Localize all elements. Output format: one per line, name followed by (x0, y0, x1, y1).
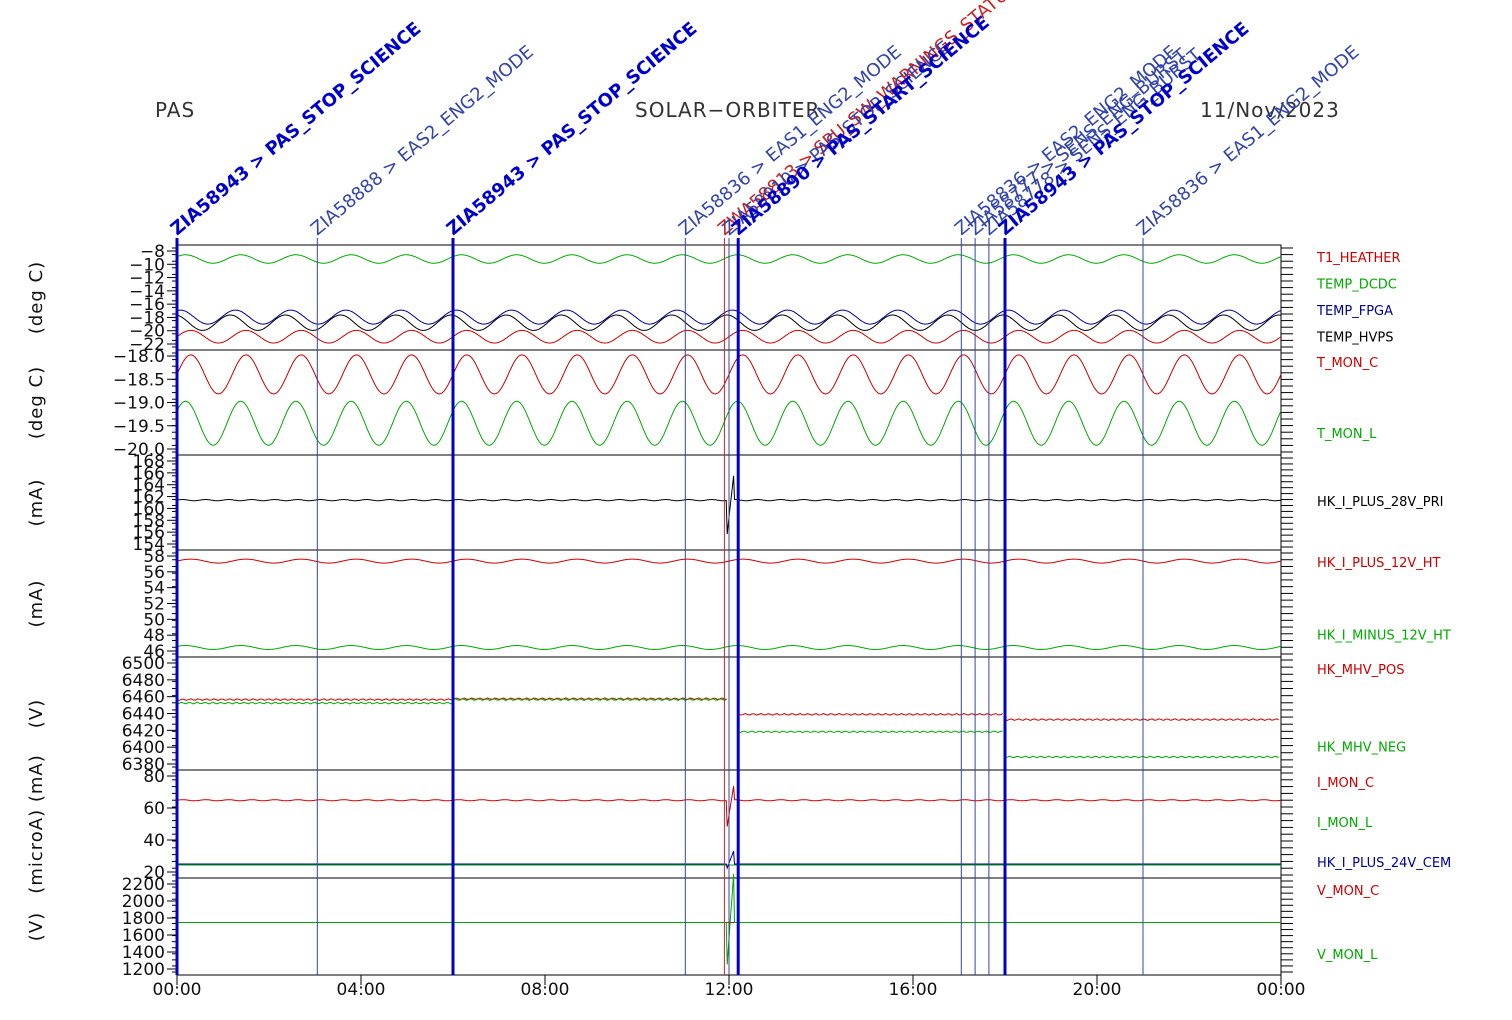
legend-hk_mhv_pos: HK_MHV_POS (1317, 663, 1405, 678)
y-axis-label: (mA) (26, 580, 47, 628)
legend-t_mon_l: T_MON_L (1316, 427, 1377, 442)
x-tick-label: 08:00 (521, 980, 570, 1000)
legend-temp_fpga: TEMP_FPGA (1316, 304, 1393, 319)
legend-hk_i_plus_24v_cem: HK_I_PLUS_24V_CEM (1317, 856, 1451, 871)
y-axis-label: (mA) (26, 479, 47, 527)
legend-hk_mhv_neg: HK_MHV_NEG (1317, 741, 1406, 756)
y-tick-label: −18.5 (113, 370, 165, 390)
legend-hk_i_minus_12v_ht: HK_I_MINUS_12V_HT (1317, 629, 1451, 644)
legend-v_mon_c: V_MON_C (1317, 884, 1379, 899)
x-tick-label: 12:00 (705, 980, 754, 1000)
y-tick-label: −19.5 (113, 417, 165, 437)
legend-v_mon_l: V_MON_L (1317, 948, 1378, 963)
legend-i_mon_c: I_MON_C (1317, 776, 1374, 791)
x-tick-label: 00:00 (1257, 980, 1306, 1000)
series-line-hk_mhv_pos (176, 697, 1279, 721)
x-tick-label: 00:00 (153, 980, 202, 1000)
x-tick-label: 04:00 (337, 980, 386, 1000)
event-label: ZIA58943 > PAS_STOP_SCIENCE (443, 18, 702, 240)
y-axis-label: (deg C) (26, 261, 47, 334)
y-tick-label: 1200 (122, 960, 165, 980)
x-tick-label: 20:00 (1073, 980, 1122, 1000)
legend-i_mon_l: I_MON_L (1317, 816, 1373, 831)
panel-2: −18.0−18.5−19.0−19.5−20.0(deg C)T_MON_CT… (26, 347, 1378, 460)
x-tick-label: 16:00 (889, 980, 938, 1000)
panel-3: 168166164162160158156154(mA) HK_I_PLUS_28… (26, 452, 1443, 555)
y-tick-label: −18.0 (113, 347, 165, 367)
header-mission: SOLAR−ORBITER (635, 98, 820, 122)
legend-temp_hvps: TEMP_HVPS (1316, 331, 1393, 346)
y-tick-label: 40 (143, 831, 165, 851)
header-instrument: PAS (155, 98, 195, 122)
y-tick-label: −19.0 (113, 394, 165, 414)
y-axis-label: (V) (26, 912, 47, 941)
legend-hk_i_plus_12v_ht: HK_I_PLUS_12V_HT (1317, 556, 1441, 571)
series-line-hk_mhv_neg (176, 698, 1279, 759)
legend-t1_heather: T1_HEATHER (1316, 251, 1401, 266)
legend-t_mon_c: T_MON_C (1316, 356, 1378, 371)
y-tick-label: 60 (143, 799, 165, 819)
y-axis-label: (V) (26, 699, 47, 728)
y-axis-label: (microA) (mA) (26, 754, 47, 893)
event-label: ZIA58943 > PAS_STOP_SCIENCE (167, 18, 426, 240)
event-label: ZIA58890 > PAS_START_SCIENCE (728, 12, 994, 240)
panel-7: 220020001800160014001200(V)V_MON_CV_MON_… (26, 873, 1379, 980)
event-label: ZIA58888 > EAS2_ENG2_MODE (307, 42, 538, 240)
y-axis-label: (deg C) (26, 366, 47, 439)
event-label: ZIA58836 > EAS1_ENG2_MODE (675, 42, 906, 240)
y-tick-label: 80 (143, 767, 165, 787)
hk-chart-svg: PAS SOLAR−ORBITER 11/Nov/2023 ZIA58943 >… (26, 0, 1451, 1000)
panel-1: −8−10−12−14−16−18−20−22(deg C)T1_HEATHER… (26, 242, 1401, 355)
legend-temp_dcdc: TEMP_DCDC (1316, 278, 1397, 293)
event-label: ZIA58943 > PAS_STOP_SCIENCE (995, 18, 1254, 240)
x-axis: 00:00 04:00 08:00 12:00 16:00 20:00 00:00 (153, 975, 1306, 1000)
panel-5: 6500648064606440642064006380(V)HK_MHV_PO… (26, 654, 1406, 775)
legend-hk_i_plus_28v_pri: HK_I_PLUS_28V_PRI (1317, 495, 1443, 510)
